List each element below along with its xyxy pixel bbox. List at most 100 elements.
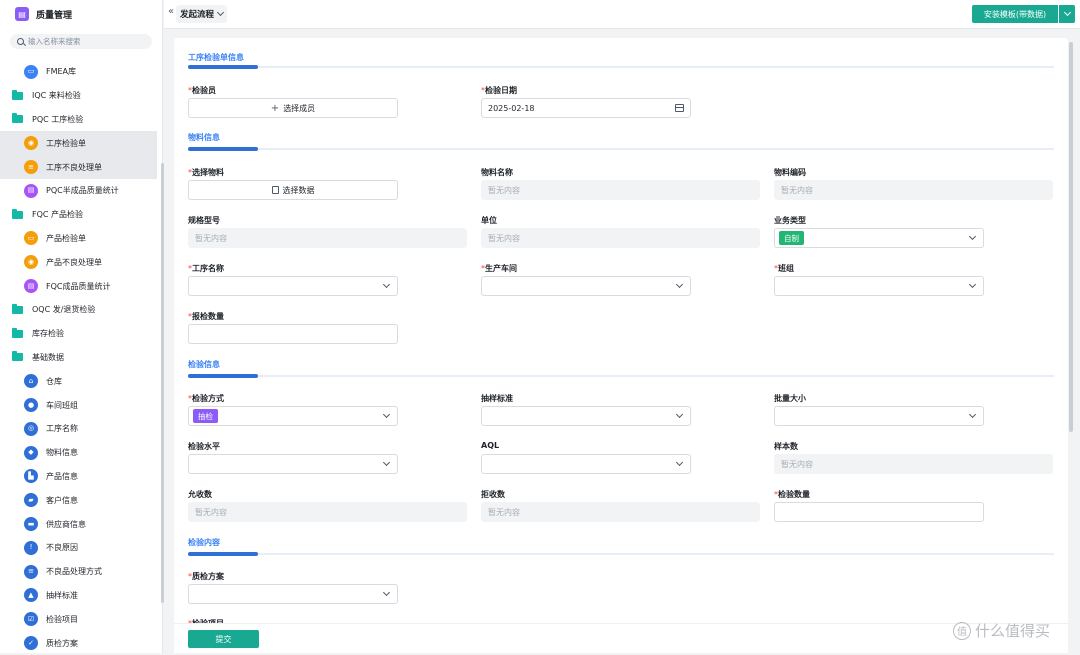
app-header: ▤ 质量管理 [0,0,162,28]
flow-title-dropdown[interactable]: 发起流程 [176,5,228,23]
folder-icon [12,351,23,362]
section-divider [188,147,1054,151]
inspector-label: *检验员 [188,86,216,95]
reject-field: 暂无内容 [481,502,760,522]
sidebar-item[interactable]: ▤ FQC成品质量统计 [0,274,157,298]
sidebar-item-label: PQC半成品质量统计 [46,186,119,196]
sidebar-item-label: IQC 来料检验 [32,91,81,101]
calendar-icon[interactable] [675,104,684,112]
form-card: 工序检验单信息 *检验员 + 选择成员 *检验日期 2025-02-18 物料信… [174,38,1068,652]
install-template-button[interactable]: 安装模板(带数据) [972,5,1058,23]
sidebar-item-label: 物料信息 [46,448,78,458]
sidebar-search-input[interactable]: 输入名称来搜索 [10,34,152,49]
spec-field: 暂无内容 [188,228,467,248]
sidebar-item-label: FQC成品质量统计 [46,281,111,291]
date-input[interactable]: 2025-02-18 [481,98,691,118]
accept-label: 允收数 [188,490,212,499]
document-icon [271,186,279,194]
sidebar-item[interactable]: ▬ 供应商信息 [0,512,157,536]
sidebar-item[interactable]: ▰ 客户信息 [0,488,157,512]
process-name-select[interactable] [188,276,398,296]
biz-type-tag: 自制 [779,231,804,245]
sidebar-item[interactable]: ▭ 产品检验单 [0,227,157,251]
search-placeholder: 输入名称来搜索 [28,37,81,46]
app-title: 质量管理 [36,10,73,21]
sidebar-item[interactable]: ! 不良原因 [0,536,157,560]
sampling-std-select[interactable] [481,406,691,426]
table-icon: ▭ [24,64,38,79]
date-value: 2025-02-18 [488,103,535,113]
sidebar-item[interactable]: ✓ 质检方案 [0,631,157,655]
select-member-label: 选择成员 [283,103,316,113]
material-code-label: 物料编码 [774,168,806,177]
sidebar-item[interactable]: ≡ 不良品处理方式 [0,560,157,584]
unit-label: 单位 [481,216,497,225]
aql-select[interactable] [481,454,691,474]
sidebar-item-label: 工序不良处理单 [46,162,102,172]
sidebar-item[interactable]: ◎ 工序名称 [0,417,157,441]
report-qty-label: *报检数量 [188,312,224,321]
sidebar-item[interactable]: ⌂ 仓库 [0,369,157,393]
select-data-label: 选择数据 [282,185,315,195]
sample-icon: ▲ [24,588,38,603]
sidebar-item-label: 库存检验 [32,329,64,339]
sidebar-scrollbar[interactable] [161,163,164,603]
sidebar-item[interactable]: ≡ 工序不良处理单 [0,155,157,179]
chevron-down-icon [382,458,391,467]
sidebar-item[interactable]: ● 车间班组 [0,393,157,417]
team-select[interactable] [774,276,984,296]
submit-button[interactable]: 提交 [188,630,259,648]
form-scrollbar[interactable] [1069,42,1073,432]
truck-icon: ▬ [24,517,38,532]
plan-select[interactable] [188,584,398,604]
material-name-field: 暂无内容 [481,180,760,200]
sidebar-item-label: 车间班组 [46,400,78,410]
sidebar-item[interactable]: FQC 产品检验 [0,203,157,227]
sidebar-item-label: 工序名称 [46,424,78,434]
list-icon: ≡ [24,564,38,579]
sidebar-item-label: 仓库 [46,376,62,386]
sidebar-item[interactable]: ◉ 产品不良处理单 [0,250,157,274]
sidebar-item[interactable]: 库存检验 [0,322,157,346]
inspect-qty-input[interactable] [774,502,984,522]
sidebar-item[interactable]: IQC 来料检验 [0,84,157,108]
sidebar-item[interactable]: PQC 工序检验 [0,108,157,132]
factory-icon: ▙ [24,469,38,484]
select-data-button[interactable]: 选择数据 [188,180,398,200]
chevron-down-icon [675,410,684,419]
report-qty-input[interactable] [188,324,398,344]
batch-size-select[interactable] [774,406,984,426]
folder-icon [12,89,23,100]
sidebar-item[interactable]: ◉ 工序检验单 [0,131,157,156]
chevron-down-icon [968,280,977,289]
sidebar-item-label: PQC 工序检验 [32,114,84,124]
sidebar-item[interactable]: ▲ 抽样标准 [0,584,157,608]
unit-field: 暂无内容 [481,228,760,248]
sample-qty-label: 样本数 [774,442,798,451]
sidebar-item[interactable]: OQC 发/退货检验 [0,298,157,322]
app-logo-icon: ▤ [15,7,29,21]
sidebar-item[interactable]: ▤ PQC半成品质量统计 [0,179,157,203]
sidebar-item[interactable]: ▙ 产品信息 [0,465,157,489]
sidebar-item[interactable]: ☑ 检验项目 [0,607,157,631]
topbar: « 发起流程 安装模板(带数据) [164,0,1080,29]
sidebar-item[interactable]: ◆ 物料信息 [0,441,157,465]
aql-label: AQL [481,441,500,450]
level-select[interactable] [188,454,398,474]
sidebar-item-label: 不良原因 [46,543,78,553]
form-icon: ▭ [24,231,38,246]
install-template-dropdown[interactable] [1059,5,1075,23]
select-material-label: *选择物料 [188,168,224,177]
sidebar-item[interactable]: 基础数据 [0,346,157,370]
folder-icon [12,113,23,124]
select-member-button[interactable]: + 选择成员 [188,98,398,118]
sidebar-item-label: 工序检验单 [46,138,86,148]
workshop-select[interactable] [481,276,691,296]
shield-icon: ✓ [24,636,38,651]
section-title-inspect: 检验信息 [188,360,220,369]
method-select[interactable]: 抽检 [188,406,398,426]
biz-type-select[interactable]: 自制 [774,228,984,248]
spec-label: 规格型号 [188,216,220,225]
watermark-logo-icon: 值 [953,621,971,640]
sidebar-item[interactable]: ▭ FMEA库 [0,60,157,84]
